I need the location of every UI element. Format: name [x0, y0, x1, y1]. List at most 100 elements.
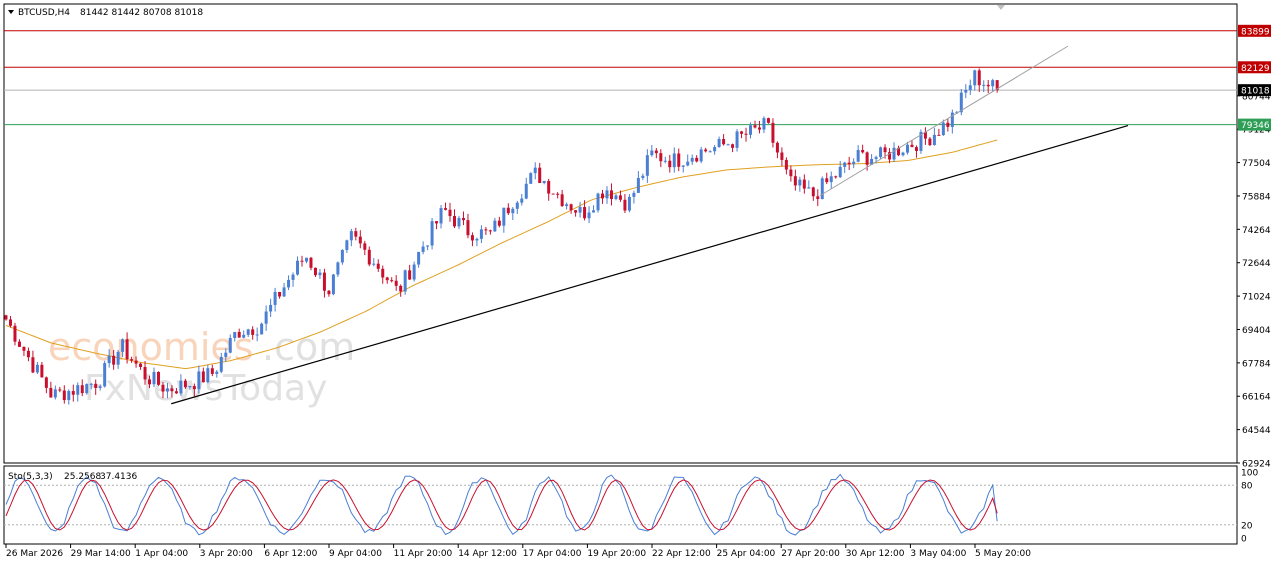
- candle-body: [717, 139, 721, 148]
- candle-body: [161, 384, 165, 392]
- candle-body: [152, 371, 156, 385]
- candle-body: [224, 352, 228, 357]
- candle-body: [798, 179, 802, 186]
- candle-body: [439, 208, 443, 224]
- candle-body: [820, 178, 824, 200]
- candle-body: [726, 144, 730, 146]
- candle-body: [928, 138, 932, 146]
- candle-body: [932, 134, 936, 146]
- candle-body: [71, 391, 75, 395]
- stochastic-signal-value: 37.4136: [100, 472, 137, 482]
- candle-body: [40, 364, 44, 378]
- candle-body: [242, 334, 246, 338]
- candle-body: [713, 147, 717, 152]
- candle-body: [991, 80, 995, 87]
- candle-body: [533, 167, 537, 174]
- candle-body: [910, 144, 914, 148]
- candle-body: [515, 202, 519, 209]
- candle-body: [861, 149, 865, 153]
- candle-body: [188, 386, 192, 388]
- candle-body: [699, 149, 703, 162]
- candle-body: [964, 89, 968, 93]
- candle-body: [986, 84, 990, 87]
- candle-body: [762, 118, 766, 130]
- candle-body: [349, 231, 353, 241]
- candle-body: [35, 364, 39, 373]
- candle-body: [165, 388, 169, 392]
- candle-body: [390, 280, 394, 282]
- candle-body: [8, 319, 12, 326]
- price-tag-label: 83899: [1241, 27, 1270, 37]
- candle-body: [89, 383, 93, 385]
- candle-body: [143, 367, 147, 380]
- candle-body: [847, 162, 851, 165]
- candle-body: [879, 147, 883, 158]
- candle-body: [834, 176, 838, 178]
- candle-body: [592, 210, 596, 213]
- symbol-label: BTCUSD,H4: [18, 8, 70, 18]
- time-tick-label: 3 May 04:00: [910, 549, 966, 559]
- stochastic-tick-label: 0: [1241, 535, 1247, 545]
- candle-body: [49, 387, 53, 398]
- candle-body: [506, 207, 510, 214]
- price-tick-label: 74264: [1242, 226, 1271, 236]
- candle-body: [645, 155, 649, 176]
- candle-body: [475, 238, 479, 241]
- candle-body: [614, 195, 618, 200]
- time-tick-label: 27 Apr 20:00: [781, 549, 840, 559]
- stochastic-label: Sto(5,3,3): [8, 472, 53, 482]
- candle-body: [282, 287, 286, 297]
- candle-body: [578, 207, 582, 213]
- stochastic-tick-label: 80: [1241, 482, 1253, 492]
- candle-body: [627, 196, 631, 211]
- candle-body: [901, 152, 905, 156]
- time-tick-label: 19 Apr 20:00: [587, 549, 646, 559]
- candle-body: [596, 193, 600, 211]
- candle-body: [412, 264, 416, 280]
- candle-body: [354, 231, 358, 237]
- candle-body: [484, 229, 488, 231]
- candle-body: [260, 323, 264, 335]
- candle-body: [179, 380, 183, 394]
- candle-body: [26, 350, 30, 358]
- chart-canvas[interactable]: economies .com FxNewsToday 6292464544661…: [0, 0, 1280, 567]
- candle-body: [735, 131, 739, 148]
- watermark-dotcom: .com: [262, 325, 355, 369]
- candle-body: [296, 260, 300, 275]
- candle-body: [125, 339, 129, 360]
- candle-body: [399, 285, 403, 292]
- candle-body: [255, 334, 259, 336]
- price-tag-label: 79346: [1241, 121, 1270, 131]
- candle-body: [17, 341, 21, 347]
- candle-body: [789, 169, 793, 177]
- candle-body: [690, 157, 694, 162]
- candle-body: [80, 385, 84, 394]
- candle-body: [304, 257, 308, 262]
- time-tick-label: 11 Apr 20:00: [394, 549, 453, 559]
- candle-body: [403, 270, 407, 292]
- price-tag-label: 81018: [1241, 87, 1270, 97]
- candle-body: [381, 268, 385, 278]
- candle-body: [340, 249, 344, 263]
- candle-body: [695, 157, 699, 162]
- candle-body: [807, 187, 811, 189]
- time-tick-label: 5 May 20:00: [975, 549, 1031, 559]
- candle-body: [453, 216, 456, 227]
- candle-body: [569, 204, 573, 211]
- price-tick-label: 64544: [1242, 426, 1271, 436]
- candle-body: [708, 151, 712, 153]
- candle-body: [488, 230, 492, 232]
- candle-body: [148, 379, 152, 385]
- candle-body: [856, 149, 860, 162]
- candle-body: [654, 150, 658, 154]
- candle-body: [547, 180, 551, 194]
- candle-body: [905, 144, 909, 153]
- candle-body: [511, 208, 515, 214]
- candle-body: [663, 160, 667, 162]
- candle-body: [686, 161, 690, 166]
- candle-body: [771, 122, 775, 143]
- candle-body: [681, 165, 685, 167]
- candle-body: [946, 122, 950, 127]
- time-tick-label: 17 Apr 04:00: [523, 549, 582, 559]
- candle-body: [215, 371, 219, 374]
